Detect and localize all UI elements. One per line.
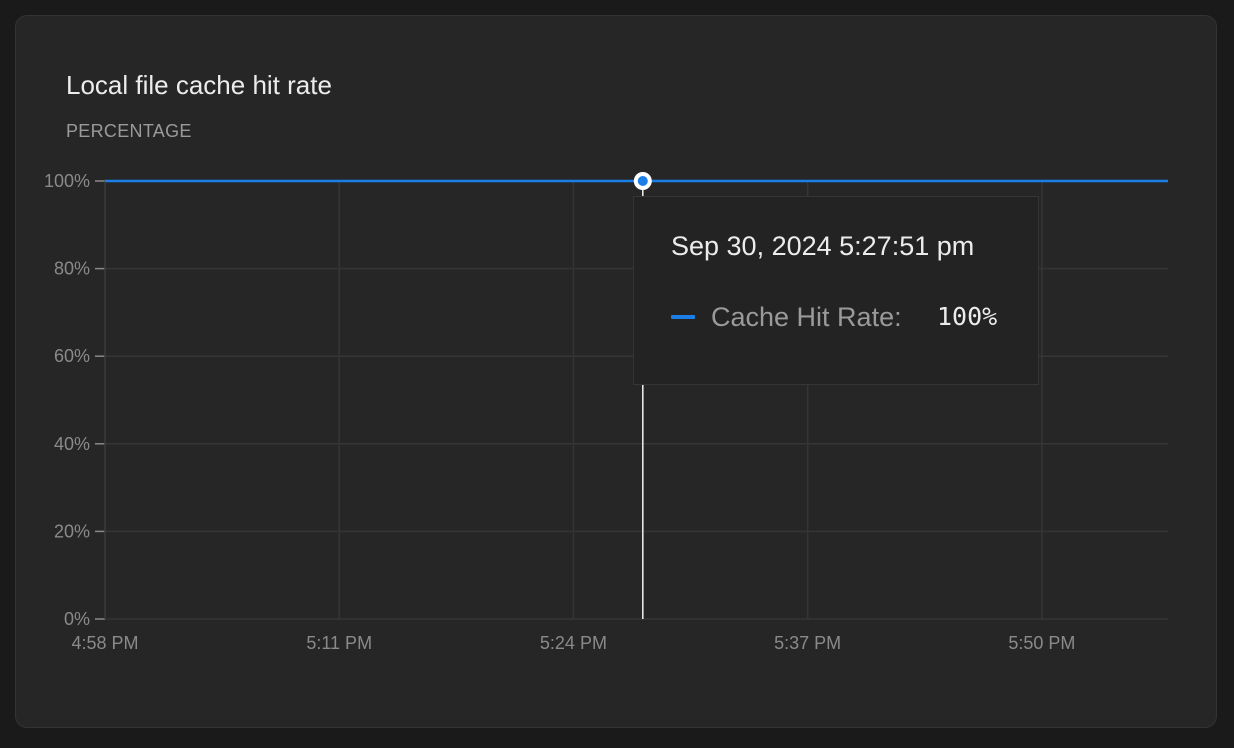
hover-tooltip: Sep 30, 2024 5:27:51 pm Cache Hit Rate: …: [633, 196, 1039, 385]
y-tick-label: 80%: [54, 259, 90, 279]
x-tick-label: 5:37 PM: [774, 633, 841, 653]
y-tick-label: 40%: [54, 434, 90, 454]
line-chart[interactable]: 0% 20% 40% 60% 80% 100% 4:58 PM 5:11 PM 5:24 PM 5…: [0, 0, 1234, 748]
hover-marker-inner: [637, 176, 648, 186]
tooltip-series-name: Cache Hit Rate:: [711, 302, 902, 332]
series-swatch: [671, 315, 695, 319]
x-tick-label: 5:24 PM: [540, 633, 607, 653]
x-tick-label: 5:11 PM: [306, 633, 372, 653]
y-tick-label: 20%: [54, 521, 90, 541]
y-tick-label: 60%: [54, 346, 90, 366]
y-tick-label: 0%: [64, 609, 90, 629]
x-tick-label: 5:50 PM: [1008, 633, 1075, 653]
tooltip-value: 100%: [937, 302, 998, 331]
x-tick-label: 4:58 PM: [71, 633, 138, 653]
y-tick-label: 100%: [44, 171, 90, 191]
tooltip-date: Sep 30, 2024 5:27:51 pm: [671, 231, 975, 261]
